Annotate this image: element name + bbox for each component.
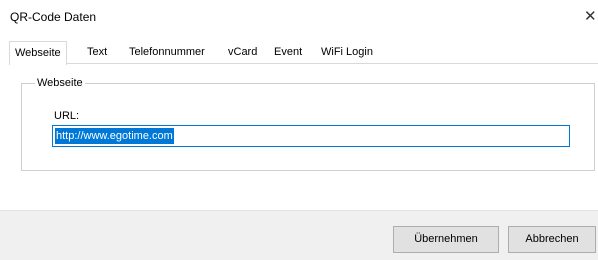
tab-webseite[interactable]: Webseite: [9, 41, 67, 65]
tab-wifi-login[interactable]: WiFi Login: [321, 42, 373, 63]
url-input[interactable]: http://www.egotime.com: [52, 125, 570, 147]
groupbox-title: Webseite: [35, 77, 85, 89]
apply-button[interactable]: Übernehmen: [393, 226, 499, 253]
tab-event[interactable]: Event: [274, 42, 302, 63]
tab-telefonnummer[interactable]: Telefonnummer: [129, 42, 205, 63]
window-title: QR-Code Daten: [10, 10, 97, 24]
url-value-selected: http://www.egotime.com: [55, 128, 174, 144]
close-icon[interactable]: ✕: [584, 8, 598, 26]
title-bar: QR-Code Daten ✕: [0, 0, 598, 36]
url-label: URL:: [54, 110, 80, 122]
tab-vcard[interactable]: vCard: [228, 42, 257, 63]
cancel-button[interactable]: Abbrechen: [508, 226, 596, 253]
tab-text[interactable]: Text: [87, 42, 107, 63]
